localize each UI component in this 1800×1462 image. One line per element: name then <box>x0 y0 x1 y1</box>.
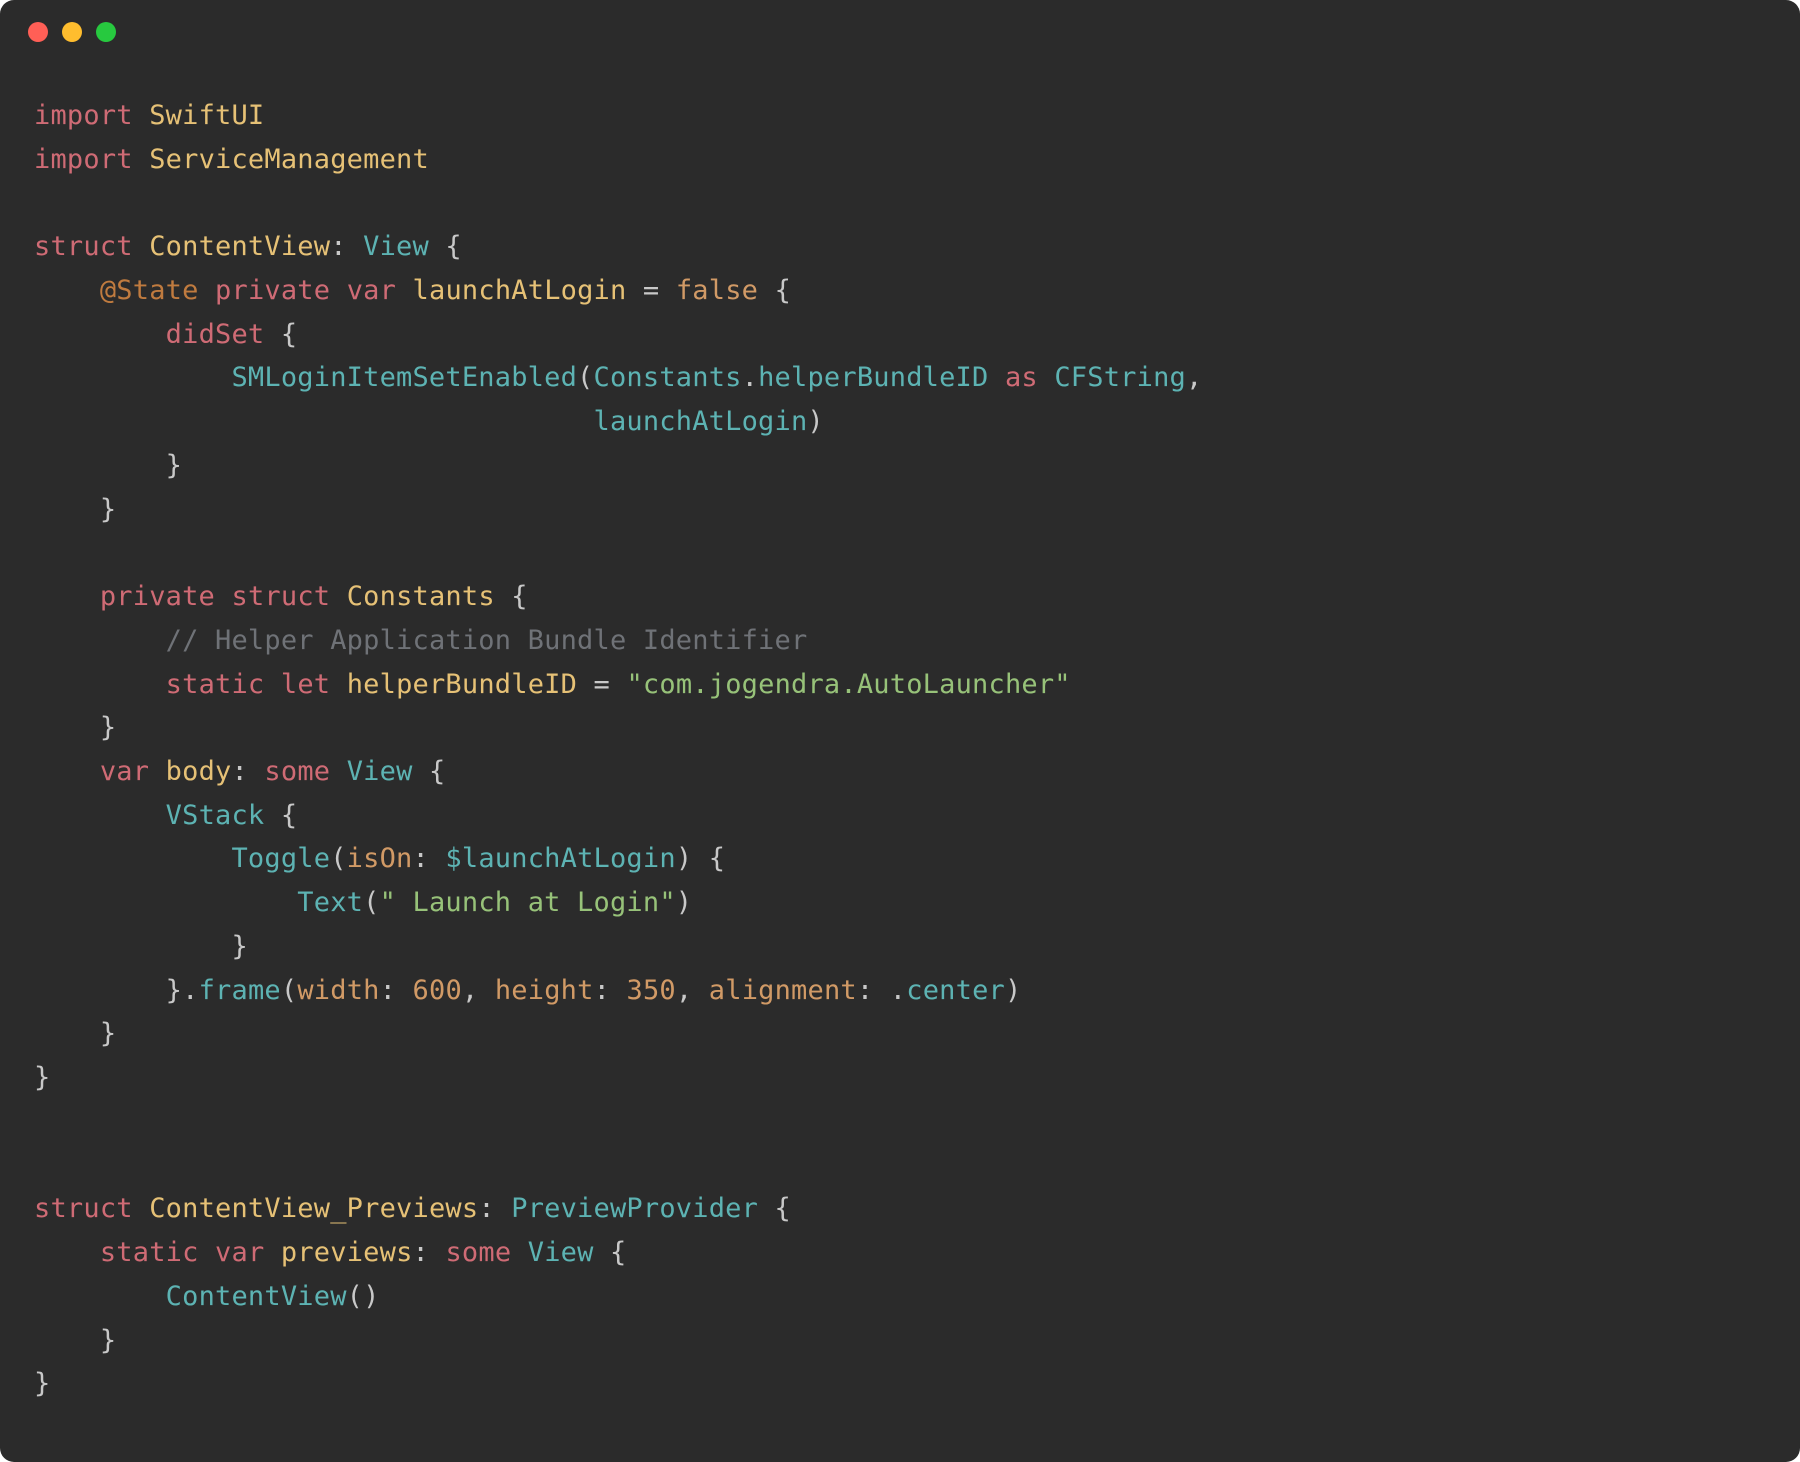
number-literal: 350 <box>626 975 675 1006</box>
minimize-icon[interactable] <box>62 22 82 42</box>
keyword-var: var <box>347 275 396 306</box>
type-name: ContentView_Previews <box>149 1193 478 1224</box>
number-literal: 600 <box>413 975 462 1006</box>
keyword-import: import <box>34 144 133 175</box>
keyword-let: let <box>281 669 330 700</box>
keyword-some: some <box>264 756 330 787</box>
string-literal: " Launch at Login" <box>380 887 676 918</box>
constructor-call: ContentView <box>166 1281 347 1312</box>
type-name: View <box>528 1237 594 1268</box>
comment: // Helper Application Bundle Identifier <box>166 625 808 656</box>
method-call: frame <box>199 975 281 1006</box>
var-name: body <box>166 756 232 787</box>
keyword-some: some <box>445 1237 511 1268</box>
module-name: ServiceManagement <box>149 144 429 175</box>
param-label: isOn <box>347 843 413 874</box>
type-name: ContentView <box>149 231 330 262</box>
property-ref: helperBundleID <box>758 362 988 393</box>
param-label: alignment <box>709 975 857 1006</box>
type-ref: Constants <box>594 362 742 393</box>
type-name: View <box>347 756 413 787</box>
keyword-private: private <box>100 581 215 612</box>
function-call: Toggle <box>231 843 330 874</box>
var-name: launchAtLogin <box>413 275 627 306</box>
string-literal: "com.jogendra.AutoLauncher" <box>626 669 1070 700</box>
keyword-struct: struct <box>232 581 331 612</box>
var-name: helperBundleID <box>347 669 577 700</box>
keyword-didset: didSet <box>166 319 265 350</box>
bool-literal: false <box>676 275 758 306</box>
close-icon[interactable] <box>28 22 48 42</box>
function-call: Text <box>297 887 363 918</box>
function-call: SMLoginItemSetEnabled <box>231 362 577 393</box>
function-call: VStack <box>166 800 265 831</box>
enum-case: center <box>906 975 1005 1006</box>
window-titlebar <box>0 0 1800 64</box>
protocol-name: View <box>363 231 429 262</box>
keyword-static: static <box>100 1237 199 1268</box>
keyword-static: static <box>166 669 265 700</box>
keyword-import: import <box>34 100 133 131</box>
type-name: CFString <box>1054 362 1186 393</box>
param-label: height <box>495 975 594 1006</box>
keyword-struct: struct <box>34 1193 133 1224</box>
keyword-struct: struct <box>34 231 133 262</box>
module-name: SwiftUI <box>149 100 264 131</box>
keyword-var: var <box>215 1237 264 1268</box>
keyword-as: as <box>1005 362 1038 393</box>
keyword-var: var <box>100 756 149 787</box>
binding-ref: $launchAtLogin <box>445 843 675 874</box>
keyword-private: private <box>215 275 330 306</box>
param-label: width <box>297 975 379 1006</box>
zoom-icon[interactable] <box>96 22 116 42</box>
code-area: import SwiftUI import ServiceManagement … <box>0 64 1800 1446</box>
property-wrapper: @State <box>100 275 199 306</box>
var-name: previews <box>281 1237 413 1268</box>
code-editor-window: import SwiftUI import ServiceManagement … <box>0 0 1800 1462</box>
arg-name: launchAtLogin <box>593 406 807 437</box>
protocol-name: PreviewProvider <box>511 1193 758 1224</box>
type-name: Constants <box>347 581 495 612</box>
